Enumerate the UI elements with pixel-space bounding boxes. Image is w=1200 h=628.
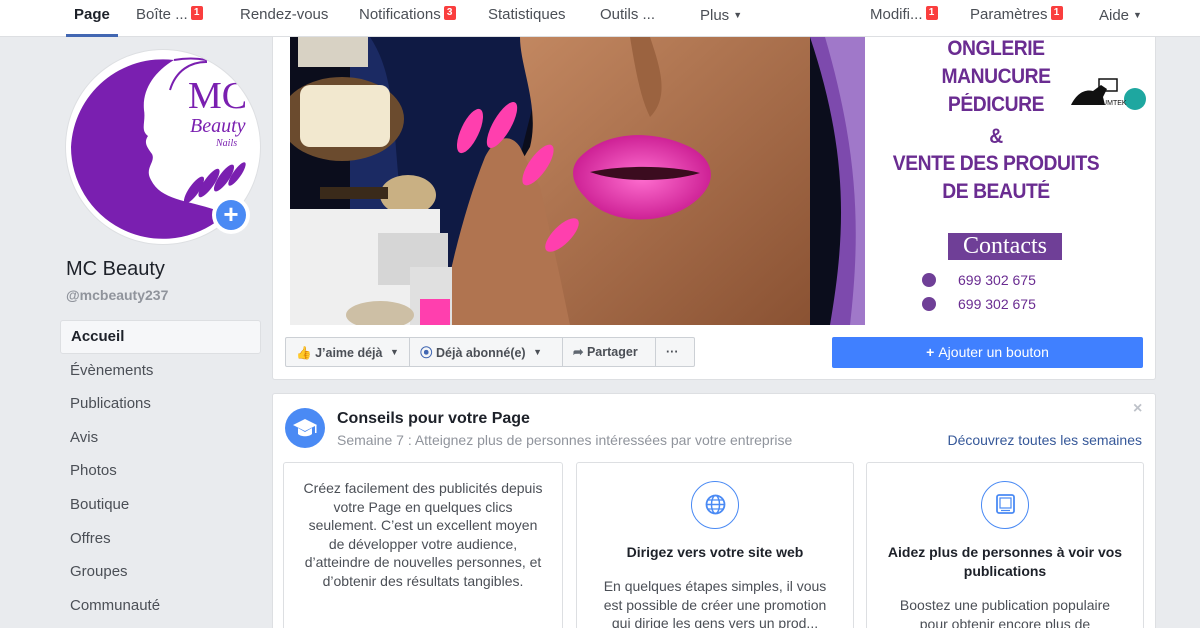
sidebar-item-offres[interactable]: Offres xyxy=(60,522,261,556)
monitor-icon xyxy=(981,481,1029,529)
tips-title: Conseils pour votre Page xyxy=(337,410,530,427)
nav-tab-tools[interactable]: Outils ... xyxy=(600,0,655,37)
notifications-badge: 3 xyxy=(443,6,456,20)
more-options-button[interactable]: ··· xyxy=(656,337,695,367)
close-icon[interactable]: × xyxy=(1133,400,1142,418)
phone-number-2: 699 302 675 xyxy=(958,296,1036,312)
tip-card-boost[interactable]: Aidez plus de personnes à voir vos publi… xyxy=(866,462,1144,628)
cover-image xyxy=(290,37,865,325)
add-button-label: Ajouter un bouton xyxy=(938,344,1049,360)
globe-icon xyxy=(691,481,739,529)
whatsapp-icon xyxy=(922,297,936,311)
graduation-cap-icon xyxy=(285,408,325,448)
nav-tab-statistics-label: Statistiques xyxy=(488,6,566,23)
nav-tab-more-label: Plus xyxy=(700,7,730,24)
caret-down-icon: ▼ xyxy=(533,347,543,357)
contacts-label: Contacts xyxy=(948,233,1062,260)
cover-photo[interactable] xyxy=(290,37,865,325)
caret-down-icon: ▼ xyxy=(733,10,743,20)
nav-tab-inbox-label: Boîte ... xyxy=(136,6,188,23)
sidebar-item-communaute[interactable]: Communauté xyxy=(60,589,261,623)
share-button[interactable]: ➦ Partager xyxy=(563,337,656,367)
tip-card-ads-text: Créez facilement des publicités depuis v… xyxy=(303,480,543,589)
nav-tab-page[interactable]: Page xyxy=(66,0,118,37)
nav-tab-settings-label: Paramètres xyxy=(970,6,1048,23)
sidebar-item-accueil[interactable]: Accueil xyxy=(60,320,261,354)
inbox-badge: 1 xyxy=(190,6,203,20)
phone-row-2: 699 302 675 xyxy=(922,296,1036,312)
phone-number-1: 699 302 675 xyxy=(958,272,1036,288)
nav-tab-tools-label: Outils ... xyxy=(600,6,656,23)
logo-initials: MC xyxy=(188,75,247,117)
like-button-label: J’aime déjà xyxy=(315,346,383,360)
nav-tab-help-label: Aide xyxy=(1099,7,1130,24)
plus-icon: + xyxy=(926,344,935,360)
nav-tab-settings[interactable]: Paramètres 1 xyxy=(970,0,1063,37)
add-button-cta[interactable]: + Ajouter un bouton xyxy=(832,337,1143,368)
follow-button-label: Déjà abonné(e) xyxy=(436,346,526,360)
tip-card-ads[interactable]: Créez facilement des publicités depuis v… xyxy=(283,462,563,628)
tip-card-boost-title: Aidez plus de personnes à voir vos publi… xyxy=(887,544,1123,579)
logo-script: Beauty xyxy=(190,115,246,137)
page-title: MC Beauty xyxy=(66,258,165,280)
plus-icon: + xyxy=(216,200,246,230)
logo-sub: Nails xyxy=(215,138,237,149)
sidebar-item-avis[interactable]: Avis xyxy=(60,421,261,455)
rss-icon: ⦿ xyxy=(420,346,433,360)
nav-tab-inbox[interactable]: Boîte ... 1 xyxy=(136,0,203,37)
tip-card-boost-text: Boostez une publication populaire pour o… xyxy=(899,597,1111,628)
sidebar-item-groupes[interactable]: Groupes xyxy=(60,555,261,589)
numtek-logo: NUMTEK xyxy=(1071,78,1146,110)
nav-tab-help[interactable]: Aide ▼ xyxy=(1099,0,1142,37)
viber-icon xyxy=(922,273,936,287)
nav-tab-edit-label: Modifi... xyxy=(870,6,923,23)
thumbs-up-icon: 👍 xyxy=(296,346,312,360)
nav-tab-appointments-label: Rendez-vous xyxy=(240,6,329,23)
nav-tab-appointments[interactable]: Rendez-vous xyxy=(240,0,328,37)
tip-card-website-title: Dirigez vers votre site web xyxy=(626,544,804,560)
see-all-weeks-link[interactable]: Découvrez toutes les semaines xyxy=(947,432,1142,448)
nav-tab-notifications-label: Notifications xyxy=(359,6,441,23)
sidebar-item-boutique[interactable]: Boutique xyxy=(60,488,261,522)
sidebar-nav: Accueil Évènements Publications Avis Pho… xyxy=(60,320,261,622)
share-arrow-icon: ➦ xyxy=(573,345,584,359)
page-username[interactable]: @mcbeauty237 xyxy=(66,287,168,303)
promo-line-4: & xyxy=(989,125,1003,148)
page-top-nav: Page Boîte ... 1 Rendez-vous Notification… xyxy=(0,0,1200,37)
sidebar-item-publications[interactable]: Publications xyxy=(60,387,261,421)
caret-down-icon: ▼ xyxy=(389,347,399,357)
nav-tab-edit[interactable]: Modifi... 1 xyxy=(870,0,938,37)
tip-card-website-text: En quelques étapes simples, il vous est … xyxy=(603,578,827,628)
nav-tab-statistics[interactable]: Statistiques xyxy=(488,0,566,37)
like-button[interactable]: 👍 J’aime déjà ▼ xyxy=(285,337,410,367)
numtek-logo-text: NUMTEK xyxy=(1097,100,1127,107)
phone-row-1: 699 302 675 xyxy=(922,272,1036,288)
nav-tab-notifications[interactable]: Notifications 3 xyxy=(359,0,456,37)
promo-line-1: ONGLERIE xyxy=(947,37,1045,60)
more-dots-icon: ··· xyxy=(666,345,679,359)
nav-tab-more[interactable]: Plus ▼ xyxy=(700,0,742,37)
nav-tab-page-label: Page xyxy=(74,6,110,23)
follow-button[interactable]: ⦿ Déjà abonné(e) ▼ xyxy=(410,337,563,367)
promo-line-6: DE BEAUTÉ xyxy=(942,180,1050,203)
settings-badge: 1 xyxy=(1050,6,1063,20)
promo-line-5: VENTE DES PRODUITS xyxy=(892,152,1100,175)
edit-badge: 1 xyxy=(925,6,938,20)
tip-card-website[interactable]: Dirigez vers votre site web En quelques … xyxy=(576,462,854,628)
tips-subtitle: Semaine 7 : Atteignez plus de personnes … xyxy=(337,432,793,448)
sidebar-item-photos[interactable]: Photos xyxy=(60,454,261,488)
caret-down-icon: ▼ xyxy=(1133,10,1142,20)
share-button-label: Partager xyxy=(586,345,638,359)
add-profile-photo-button[interactable]: + xyxy=(212,196,250,234)
sidebar-item-evenements[interactable]: Évènements xyxy=(60,354,261,388)
